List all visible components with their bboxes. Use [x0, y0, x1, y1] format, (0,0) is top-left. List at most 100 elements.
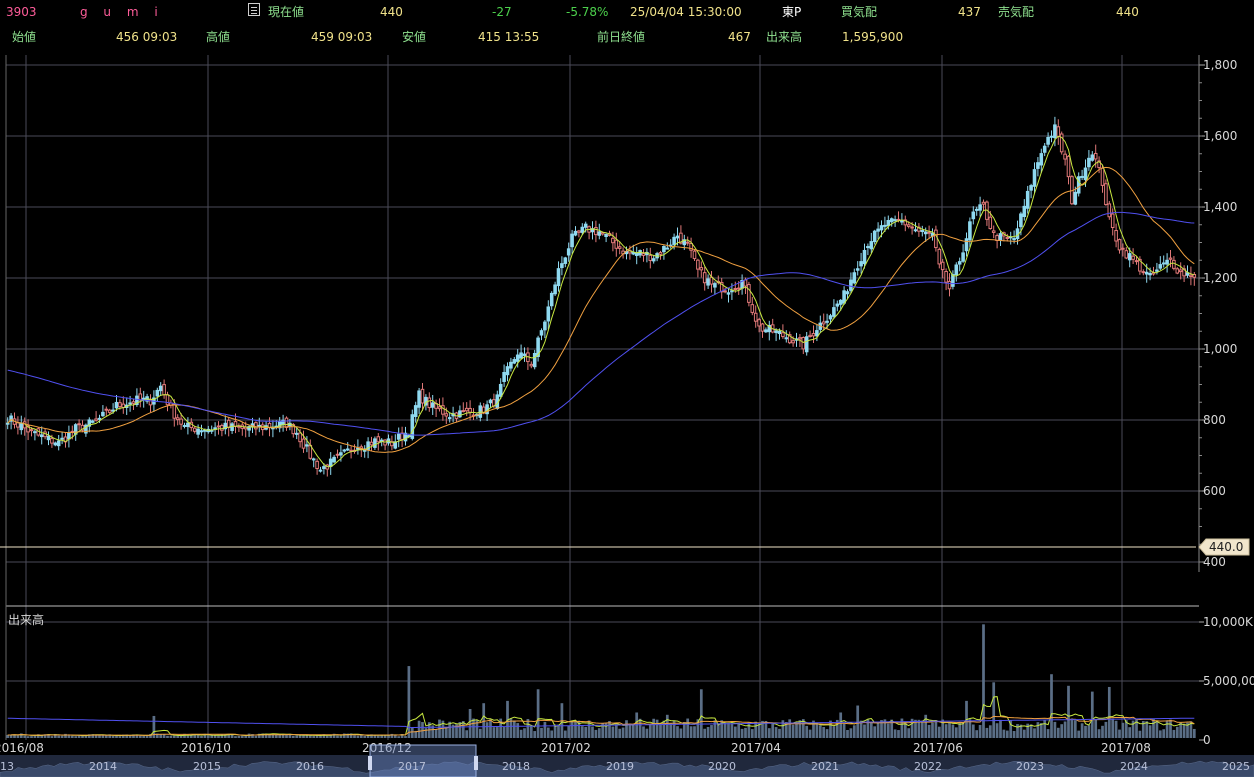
volume-bar: [686, 718, 690, 738]
candle-body: [53, 442, 58, 446]
candle-body: [284, 417, 289, 428]
candle-body: [845, 291, 850, 295]
candle-body: [760, 323, 765, 332]
candle-body: [974, 208, 979, 211]
volume-bar: [519, 729, 523, 738]
prev-close-label: 前日終値: [597, 30, 646, 44]
bid-value: 437: [958, 5, 981, 19]
candle-body: [356, 447, 360, 450]
candle-body: [685, 241, 690, 244]
volume-bar: [70, 735, 74, 738]
volume-bar: [618, 728, 622, 738]
candle-body: [651, 258, 656, 262]
candle-body: [104, 408, 109, 411]
volume-bar: [822, 727, 826, 738]
volume-bar: [611, 726, 615, 738]
volume-bar: [254, 735, 258, 738]
candle-body: [1053, 124, 1057, 139]
volume-bar: [397, 736, 401, 738]
ma-short-line: [7, 135, 1195, 468]
candle-body: [736, 287, 741, 290]
candle-body: [539, 330, 544, 336]
stock-chart[interactable]: 1,800 1,600 1,400 1,200 1,000 800 600 400440.0 出…: [0, 50, 1254, 777]
candle-body: [675, 235, 680, 239]
volume-bar: [1036, 722, 1040, 738]
volume-bar: [1145, 721, 1149, 738]
volume-bar: [26, 736, 30, 738]
memo-icon[interactable]: [248, 3, 260, 16]
volume-label: 出来高: [766, 30, 803, 44]
candle-body: [216, 425, 221, 428]
candle-body: [1029, 185, 1033, 191]
candle-body: [852, 272, 857, 284]
volume-bar: [115, 735, 118, 738]
volume-bar: [754, 721, 758, 738]
navigator-left-handle[interactable]: [368, 756, 372, 770]
volume-bar: [1050, 674, 1053, 738]
candle-body: [437, 406, 442, 410]
candle-body: [563, 257, 568, 264]
candle-body: [1049, 135, 1054, 138]
candle-body: [791, 340, 795, 344]
current-price-label: 現在値: [268, 5, 305, 19]
price-tick-label: 400: [1203, 555, 1226, 569]
candle-body: [981, 201, 986, 205]
candle-body: [94, 418, 98, 421]
price-tick-label: 1,200: [1203, 271, 1237, 285]
navigator-year-label: 2020: [708, 760, 736, 773]
candle-body: [757, 319, 761, 327]
candle-body: [1175, 268, 1180, 274]
candle-body: [964, 238, 969, 252]
volume-bar: [988, 725, 992, 738]
volume-bar: [597, 728, 601, 738]
candle-body: [369, 441, 374, 446]
candle-body: [199, 430, 204, 433]
volume-bar: [186, 735, 190, 738]
volume-bar: [591, 726, 594, 738]
volume-bar: [526, 719, 530, 738]
candle-body: [774, 330, 778, 334]
candle-body: [648, 254, 653, 262]
volume-bar: [142, 735, 146, 738]
candle-body: [662, 245, 666, 253]
volume-bar: [295, 735, 299, 738]
navigator-right-handle[interactable]: [474, 756, 478, 770]
candle-body: [29, 429, 34, 432]
volume-bar: [1060, 724, 1064, 738]
candle-body: [1056, 126, 1061, 137]
candle-body: [420, 388, 425, 404]
volume-bar: [849, 728, 853, 738]
candle-body: [604, 233, 608, 237]
navigator-year-label: 2017: [398, 760, 426, 773]
candle-body: [672, 236, 676, 245]
candle-body: [77, 423, 81, 426]
volume-bar: [1165, 720, 1169, 738]
candle-body: [580, 226, 585, 233]
candle-body: [155, 389, 160, 397]
candlesticks: [5, 116, 1197, 477]
volume-bar: [703, 728, 707, 738]
volume-bar: [750, 729, 754, 738]
volume-bar: [795, 723, 798, 738]
volume-bar: [744, 727, 747, 738]
volume-tick-label: 0: [1203, 733, 1211, 747]
candle-body: [641, 253, 646, 256]
candle-body: [702, 272, 707, 284]
candle-body: [883, 224, 887, 227]
candle-body: [138, 393, 143, 401]
volume-bar: [893, 729, 897, 738]
volume-bar: [162, 734, 166, 738]
candle-body: [427, 397, 432, 409]
volume-bar: [778, 728, 781, 738]
candle-body: [315, 460, 319, 470]
candle-body: [46, 435, 51, 441]
volume-bar: [788, 719, 792, 738]
candle-body: [825, 320, 829, 323]
volume-bar: [465, 730, 469, 738]
volume-bar: [570, 720, 574, 738]
volume-bar: [104, 735, 108, 738]
volume-bar: [404, 736, 407, 738]
bid-label: 買気配: [841, 5, 878, 19]
volume-bar: [1053, 721, 1057, 738]
volume-bar: [1016, 724, 1019, 738]
